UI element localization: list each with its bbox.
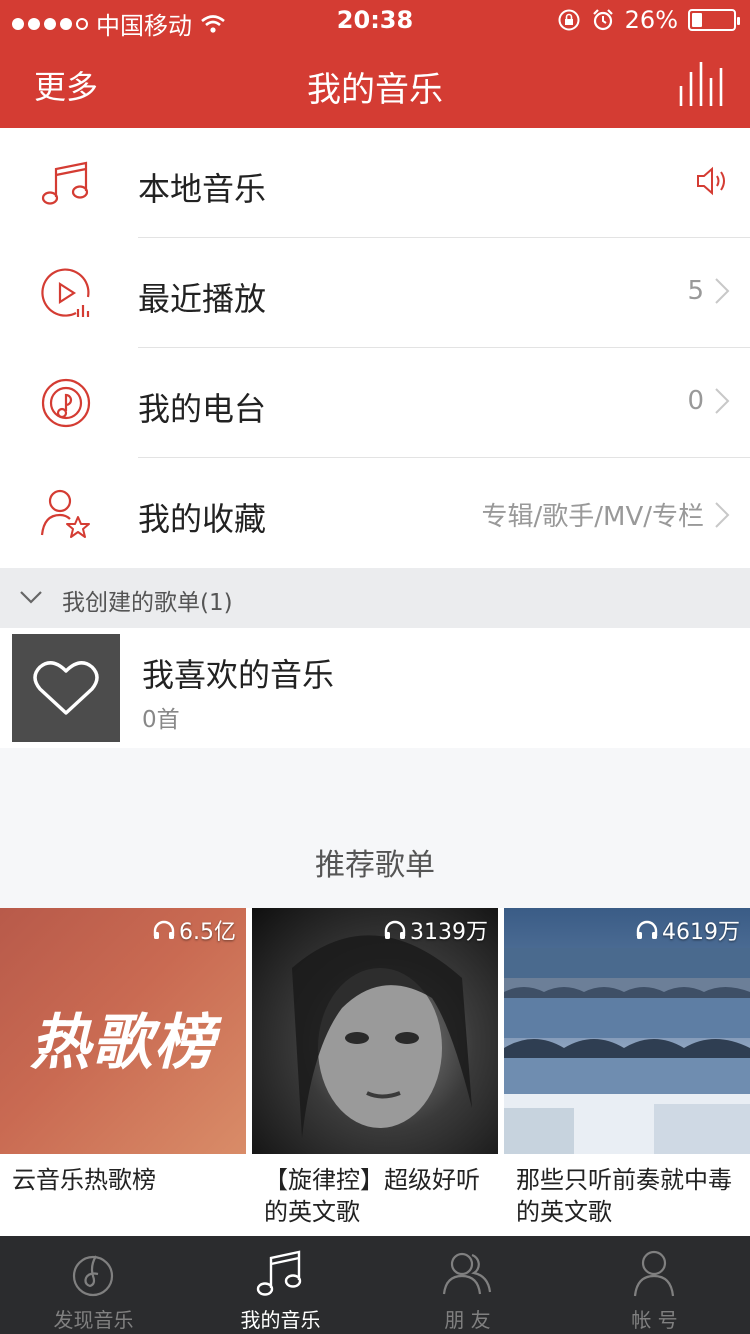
my-radio-count: 0 [687, 386, 704, 416]
recommend-title-2: 【旋律控】超级好听的英文歌 [264, 1166, 480, 1226]
play-count-value: 4619万 [662, 920, 740, 945]
radio-icon [41, 378, 91, 428]
menu-item-my-collection[interactable]: 我的收藏 专辑/歌手/MV/专栏 [0, 458, 750, 568]
menu-right-recent-play: 5 [687, 276, 730, 306]
collection-categories: 专辑/歌手/MV/专栏 [481, 502, 705, 532]
tab-discover-music[interactable]: 发现音乐 [0, 1236, 187, 1334]
speaker-icon[interactable] [696, 166, 730, 196]
menu-label-local-music: 本地音乐 [138, 170, 267, 208]
status-bar: 中国移动 20:38 26% [0, 0, 750, 40]
tab-friends[interactable]: 朋 友 [374, 1236, 561, 1334]
cover-text-hot-list: 热歌榜 [30, 1008, 216, 1078]
discover-music-icon [72, 1255, 114, 1297]
recommend-title-3: 那些只听前奏就中毒的英文歌 [516, 1166, 732, 1226]
headphones-icon [384, 920, 406, 939]
play-count-value: 6.5亿 [179, 920, 236, 945]
menu-item-local-music[interactable]: 本地音乐 [0, 128, 750, 238]
battery-percent: 26% [624, 6, 678, 34]
recent-play-icon [41, 268, 90, 317]
recommend-cover-2: 3139万 [252, 908, 498, 1154]
menu-right-my-radio: 0 [687, 386, 730, 416]
menu-label-my-collection: 我的收藏 [138, 500, 267, 538]
heart-icon [33, 661, 99, 715]
page-title: 我的音乐 [307, 70, 443, 110]
play-count: 3139万 [384, 914, 488, 946]
recent-play-count: 5 [687, 276, 704, 306]
music-note-icon [41, 161, 89, 205]
created-playlists-header[interactable]: 我创建的歌单(1) [0, 568, 750, 628]
rotation-lock-icon [558, 9, 580, 31]
menu-label-my-radio: 我的电台 [138, 390, 267, 428]
chevron-down-icon [20, 591, 42, 604]
alarm-icon [592, 9, 613, 31]
playlist-song-count: 0首 [142, 707, 180, 733]
playlist-name: 我喜欢的音乐 [142, 656, 335, 694]
recommend-card-2[interactable]: 3139万 【旋律控】超级好听的英文歌 [252, 908, 498, 1228]
music-note-icon [256, 1250, 302, 1296]
menu-right-my-collection: 专辑/歌手/MV/专栏 [482, 496, 731, 533]
status-right: 26% [557, 6, 740, 34]
recommend-card-3[interactable]: 4619万 那些只听前奏就中毒的英文歌 [504, 908, 750, 1228]
chevron-right-icon [715, 388, 730, 414]
battery-icon [688, 9, 740, 31]
recommend-grid: 热歌榜 6.5亿 云音乐热歌榜 3139万 【旋律控】超级好听的英文歌 4619… [0, 908, 750, 1236]
recommend-title: 推荐歌单 [315, 848, 435, 883]
menu-item-my-radio[interactable]: 我的电台 0 [0, 348, 750, 458]
headphones-icon [636, 920, 658, 939]
play-count-value: 3139万 [410, 920, 488, 945]
playlist-cover [12, 634, 120, 742]
created-playlists-title: 我创建的歌单(1) [62, 590, 233, 616]
my-music-menu: 本地音乐 最近播放 5 我的电台 0 我的收藏 专辑/歌手/MV/专栏 [0, 128, 750, 568]
headphones-icon [153, 920, 175, 939]
tab-bar: 发现音乐 我的音乐 朋 友 帐 号 [0, 1236, 750, 1334]
account-icon [633, 1250, 675, 1297]
chevron-right-icon [715, 501, 730, 528]
play-count: 6.5亿 [153, 914, 236, 946]
chevron-right-icon [715, 278, 730, 304]
recommend-cover-1: 热歌榜 6.5亿 [0, 908, 246, 1154]
menu-label-recent-play: 最近播放 [138, 280, 267, 318]
menu-item-recent-play[interactable]: 最近播放 5 [0, 238, 750, 348]
tab-label: 帐 号 [631, 1308, 678, 1332]
recommend-cover-3: 4619万 [504, 908, 750, 1154]
tab-my-music[interactable]: 我的音乐 [187, 1236, 374, 1334]
recommend-card-1[interactable]: 热歌榜 6.5亿 云音乐热歌榜 [0, 908, 246, 1196]
tab-label: 朋 友 [444, 1308, 491, 1332]
app-header: 中国移动 20:38 26% 更多 我的音乐 [0, 0, 750, 128]
playlist-row-liked-music[interactable]: 我喜欢的音乐 0首 [0, 628, 750, 748]
collection-icon [40, 489, 90, 538]
menu-right-local-music [696, 166, 730, 196]
friends-icon [442, 1252, 492, 1295]
play-count: 4619万 [636, 914, 740, 946]
tab-label: 我的音乐 [240, 1308, 321, 1332]
tab-label: 发现音乐 [53, 1308, 134, 1332]
recommend-title-1: 云音乐热歌榜 [12, 1166, 156, 1194]
now-playing-icon[interactable] [678, 62, 724, 106]
tab-account[interactable]: 帐 号 [561, 1236, 748, 1334]
